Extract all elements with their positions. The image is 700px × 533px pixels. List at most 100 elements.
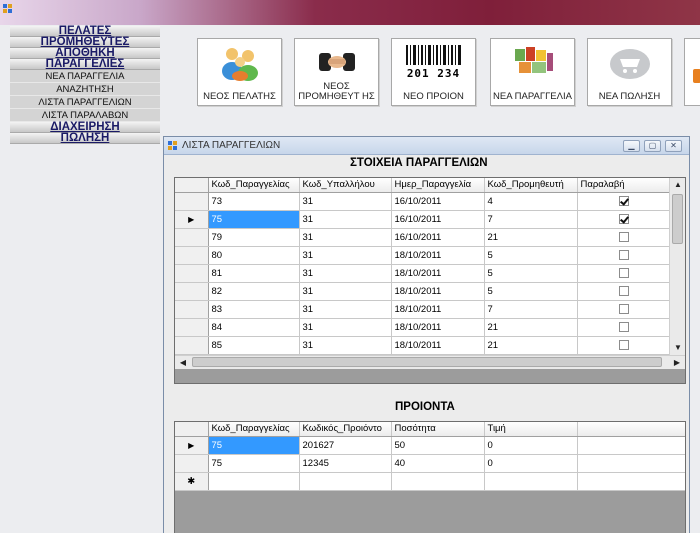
orders-cell[interactable]: 85 [208, 336, 300, 355]
orders-row[interactable]: 79 31 16/10/2011 21 [175, 228, 671, 247]
orders-cell[interactable]: 16/10/2011 [391, 210, 485, 229]
new-order-button[interactable]: ΝΕΑ ΠΑΡΑΓΓΕΛΙΑ [490, 38, 575, 106]
row-header[interactable] [175, 282, 209, 301]
scroll-right-arrow[interactable]: ▶ [669, 356, 685, 370]
orders-cell[interactable]: 31 [299, 246, 392, 265]
orders-cell[interactable]: 18/10/2011 [391, 282, 485, 301]
orders-cell[interactable]: 18/10/2011 [391, 264, 485, 283]
orders-cell[interactable]: 73 [208, 192, 300, 211]
new-row-header[interactable]: ✱ [175, 472, 209, 491]
orders-cell[interactable]: 82 [208, 282, 300, 301]
scroll-up-arrow[interactable]: ▲ [670, 178, 685, 192]
orders-cell[interactable]: 5 [484, 282, 578, 301]
products-cell[interactable]: 201627 [299, 436, 392, 455]
new-supplier-button[interactable]: ΝΕΟΣ ΠΡΟΜΗΘΕΥΤ ΗΣ [294, 38, 379, 106]
orders-col-header[interactable]: Κωδ_Υπαλλήλου [299, 178, 392, 193]
orders-cell[interactable]: 18/10/2011 [391, 246, 485, 265]
received-checkbox-cell[interactable] [577, 228, 671, 247]
orders-cell[interactable]: 31 [299, 318, 392, 337]
new-customer-button[interactable]: ΝΕΟΣ ΠΕΛΑΤΗΣ [197, 38, 282, 106]
received-checkbox[interactable] [618, 267, 629, 278]
orders-cell[interactable]: 18/10/2011 [391, 336, 485, 355]
orders-cell[interactable]: 84 [208, 318, 300, 337]
orders-cell[interactable]: 5 [484, 246, 578, 265]
received-checkbox-cell[interactable] [577, 282, 671, 301]
scroll-thumb[interactable] [672, 194, 683, 244]
products-cell[interactable]: 12345 [299, 454, 392, 473]
products-cell[interactable]: 75 [208, 436, 300, 455]
minimize-button[interactable]: ▁ [623, 140, 640, 152]
scroll-left-arrow[interactable]: ◀ [175, 356, 191, 370]
orders-cell[interactable]: 7 [484, 210, 578, 229]
orders-col-header[interactable]: Κωδ_Προμηθευτή [484, 178, 578, 193]
orders-cell[interactable]: 21 [484, 228, 578, 247]
hscroll-thumb[interactable] [192, 357, 662, 367]
received-checkbox-cell[interactable] [577, 246, 671, 265]
products-cell[interactable]: 0 [484, 454, 578, 473]
received-checkbox-cell[interactable] [577, 192, 671, 211]
new-sale-button[interactable]: ΝΕΑ ΠΩΛΗΣΗ [587, 38, 672, 106]
orders-cell[interactable]: 18/10/2011 [391, 318, 485, 337]
orders-cell[interactable]: 7 [484, 300, 578, 319]
orders-cell[interactable]: 5 [484, 264, 578, 283]
next-toolbar-button[interactable] [684, 38, 700, 106]
row-header[interactable] [175, 192, 209, 211]
orders-col-header[interactable]: Παραλαβή [577, 178, 671, 193]
orders-row[interactable]: 80 31 18/10/2011 5 [175, 246, 671, 265]
products-row[interactable]: 75 12345 40 0 [175, 454, 685, 473]
received-checkbox[interactable] [618, 285, 629, 296]
products-cell[interactable]: 75 [208, 454, 300, 473]
received-checkbox[interactable] [618, 213, 629, 224]
products-col-header[interactable]: Κωδικός_Προιόντο [299, 422, 392, 437]
orders-cell[interactable]: 31 [299, 336, 392, 355]
row-header[interactable]: ▶ [175, 210, 209, 229]
products-cell[interactable]: 50 [391, 436, 485, 455]
products-new-cell[interactable] [299, 472, 392, 491]
menu-item-9[interactable]: ΠΩΛΗΣΗ [10, 132, 160, 144]
products-row[interactable]: ▶ 75 201627 50 0 [175, 436, 685, 455]
orders-cell[interactable]: 31 [299, 282, 392, 301]
received-checkbox-cell[interactable] [577, 336, 671, 355]
received-checkbox-cell[interactable] [577, 264, 671, 283]
products-new-cell[interactable] [577, 472, 685, 491]
orders-cell[interactable]: 75 [208, 210, 300, 229]
menu-item-3[interactable]: ΠΑΡΑΓΓΕΛΙΕΣ [10, 58, 160, 70]
received-checkbox-cell[interactable] [577, 210, 671, 229]
orders-cell[interactable]: 79 [208, 228, 300, 247]
close-button[interactable]: ✕ [665, 140, 682, 152]
products-col-header[interactable]: Κωδ_Παραγγελίας [208, 422, 300, 437]
products-col-header[interactable]: Ποσότητα [391, 422, 485, 437]
row-header[interactable] [175, 454, 209, 473]
row-header[interactable] [175, 246, 209, 265]
orders-cell[interactable]: 16/10/2011 [391, 192, 485, 211]
menu-item-5[interactable]: ΑΝΑΖΗΤΗΣΗ [10, 83, 160, 96]
orders-cell[interactable]: 31 [299, 264, 392, 283]
orders-row[interactable]: 82 31 18/10/2011 5 [175, 282, 671, 301]
orders-row[interactable]: 81 31 18/10/2011 5 [175, 264, 671, 283]
orders-row[interactable]: 85 31 18/10/2011 21 [175, 336, 671, 355]
orders-cell[interactable]: 21 [484, 318, 578, 337]
maximize-button[interactable]: ▢ [644, 140, 661, 152]
row-header[interactable] [175, 228, 209, 247]
menu-item-6[interactable]: ΛΙΣΤΑ ΠΑΡΑΓΓΕΛΙΩΝ [10, 96, 160, 109]
orders-cell[interactable]: 4 [484, 192, 578, 211]
products-cell[interactable]: 0 [484, 436, 578, 455]
products-new-cell[interactable] [208, 472, 300, 491]
received-checkbox[interactable] [618, 339, 629, 350]
row-header[interactable]: ▶ [175, 436, 209, 455]
row-header[interactable] [175, 264, 209, 283]
orders-row[interactable]: 73 31 16/10/2011 4 [175, 192, 671, 211]
received-checkbox-cell[interactable] [577, 318, 671, 337]
row-header[interactable] [175, 300, 209, 319]
orders-cell[interactable]: 18/10/2011 [391, 300, 485, 319]
received-checkbox-cell[interactable] [577, 300, 671, 319]
orders-cell[interactable]: 83 [208, 300, 300, 319]
new-product-button[interactable]: 201 234 ΝΕΟ ΠΡΟΙΟΝ [391, 38, 476, 106]
menu-item-4[interactable]: ΝΕΑ ΠΑΡΑΓΓΕΛΙΑ [10, 70, 160, 83]
orders-cell[interactable]: 80 [208, 246, 300, 265]
orders-vertical-scrollbar[interactable]: ▲ ▼ [669, 178, 685, 355]
row-header[interactable] [175, 336, 209, 355]
products-new-cell[interactable] [391, 472, 485, 491]
orders-row[interactable]: ▶ 75 31 16/10/2011 7 [175, 210, 671, 229]
orders-col-header[interactable]: Ημερ_Παραγγελία [391, 178, 485, 193]
